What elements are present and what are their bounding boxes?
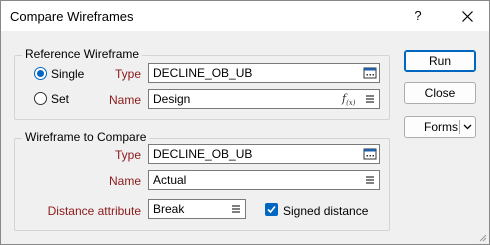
single-radio-label: Single xyxy=(51,67,85,81)
list-icon[interactable] xyxy=(363,92,377,106)
function-icon[interactable]: f(x) xyxy=(342,90,356,112)
reference-name-value: Design xyxy=(153,92,191,106)
reference-name-label: Name xyxy=(108,93,141,107)
compare-type-label: Type xyxy=(114,148,141,162)
title-bar: Compare Wireframes ? xyxy=(1,1,489,31)
close-icon xyxy=(461,11,473,23)
reference-type-value: DECLINE_OB_UB xyxy=(153,66,253,80)
forms-split-divider xyxy=(459,120,460,134)
reference-type-field[interactable]: DECLINE_OB_UB xyxy=(148,63,380,83)
checkmark-icon xyxy=(267,205,276,214)
run-button[interactable]: Run xyxy=(404,50,476,72)
list-icon[interactable] xyxy=(363,173,377,187)
set-radio-label: Set xyxy=(51,92,70,106)
set-radio[interactable] xyxy=(34,92,47,105)
wireframe-to-compare-group-label: Wireframe to Compare xyxy=(22,130,150,144)
reference-wireframe-group-label: Reference Wireframe xyxy=(22,47,143,61)
signed-distance-checkbox[interactable] xyxy=(265,203,278,216)
distance-attribute-value: Break xyxy=(153,202,185,216)
compare-type-value: DECLINE_OB_UB xyxy=(153,147,253,161)
reference-type-label: Type xyxy=(114,67,141,81)
close-button[interactable]: Close xyxy=(404,82,476,104)
help-button[interactable]: ? xyxy=(406,5,430,27)
dialog-title: Compare Wireframes xyxy=(10,9,134,24)
reference-name-field[interactable]: Design f(x) xyxy=(148,89,380,109)
compare-type-field[interactable]: DECLINE_OB_UB xyxy=(148,144,380,164)
list-icon[interactable] xyxy=(229,202,243,216)
compare-name-value: Actual xyxy=(153,173,187,187)
resize-grip-icon[interactable] xyxy=(477,232,487,242)
browse-icon[interactable] xyxy=(363,66,377,80)
browse-icon[interactable] xyxy=(363,147,377,161)
compare-name-field[interactable]: Actual xyxy=(148,170,380,190)
chevron-down-icon[interactable] xyxy=(463,124,472,130)
distance-attribute-label: Distance attribute xyxy=(47,204,141,218)
forms-button[interactable]: Forms xyxy=(404,116,476,138)
compare-name-label: Name xyxy=(108,174,141,188)
distance-attribute-field[interactable]: Break xyxy=(148,199,246,219)
signed-distance-label: Signed distance xyxy=(283,204,369,218)
forms-button-label: Forms xyxy=(424,120,458,134)
compare-wireframes-dialog: Compare Wireframes ? Reference Wireframe… xyxy=(0,0,490,245)
close-window-button[interactable] xyxy=(454,5,480,27)
single-radio[interactable] xyxy=(34,67,47,80)
